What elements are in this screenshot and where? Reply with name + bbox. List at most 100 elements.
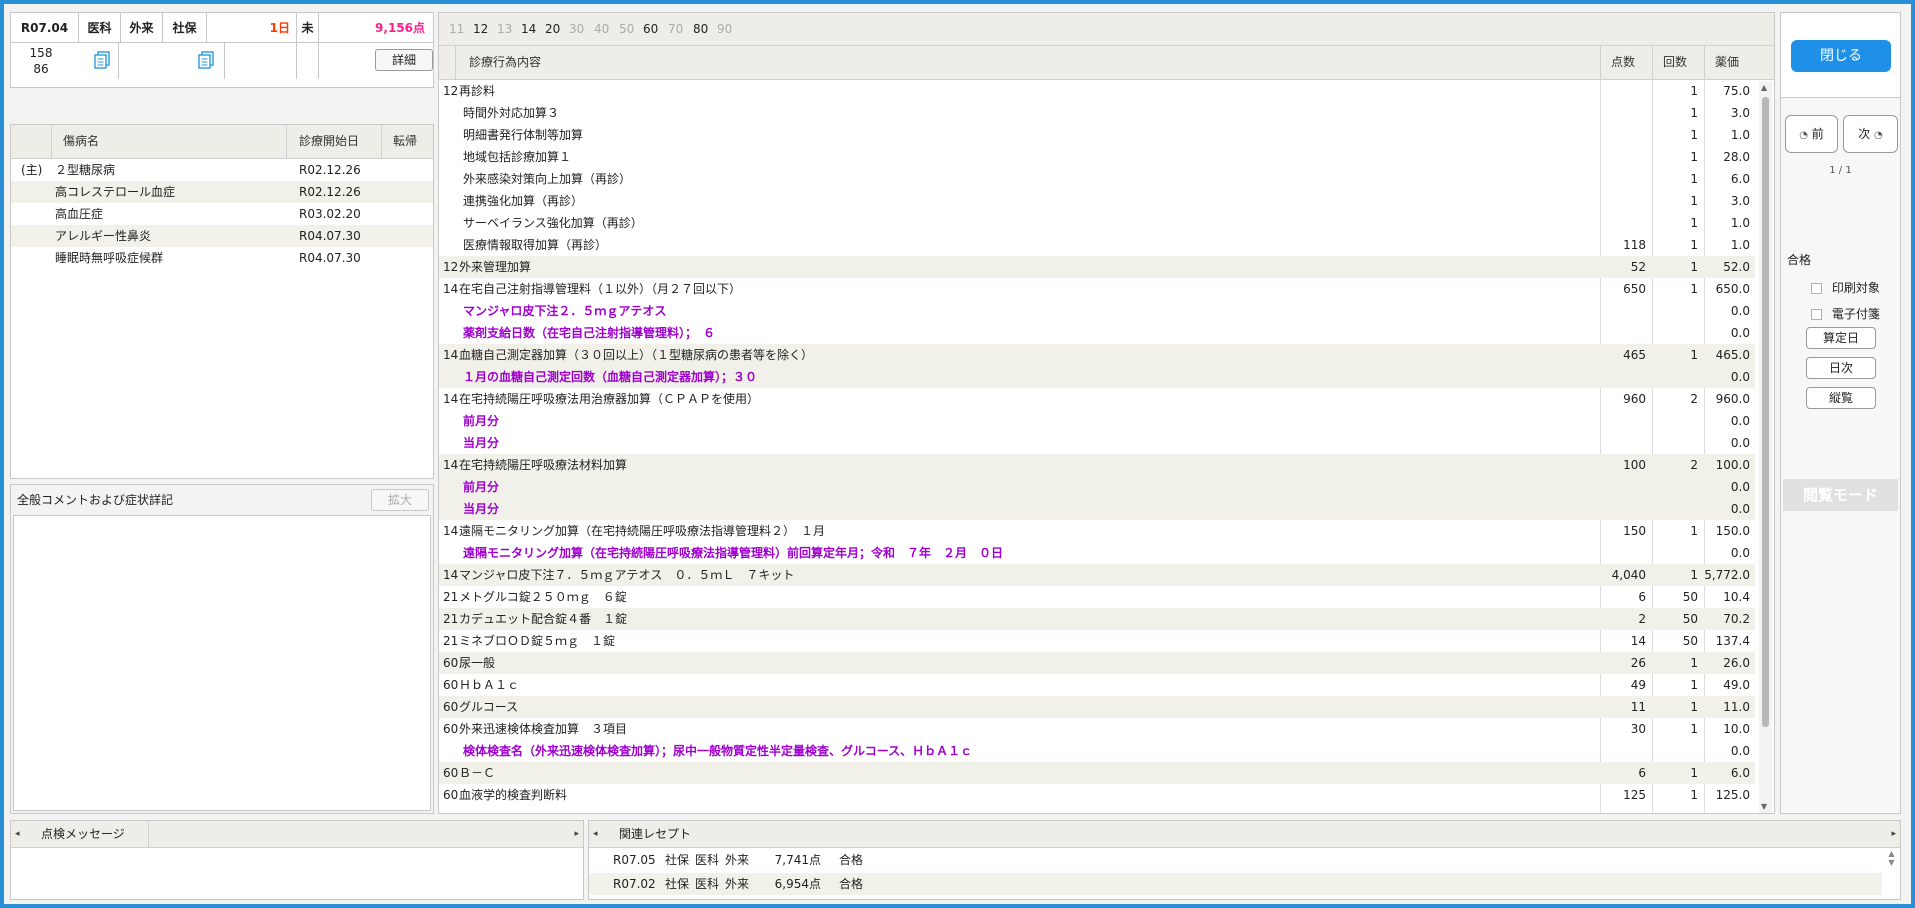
print-target-checkbox[interactable]: 印刷対象 <box>1811 279 1880 296</box>
procedure-row[interactable]: 14 血糖自己測定器加算（３０回以上）（１型糖尿病の患者等を除く） 465 1 465.… <box>439 344 1755 366</box>
procedure-row[interactable]: 21 カデュエット配合錠４番 １錠 2 50 70.2 <box>439 608 1755 630</box>
related-receipt-panel: ◂ 関連レセプト ▸ R07.05 社保 医科 外来 7,741点 合格 R07.02 社保医… <box>588 820 1901 900</box>
disease-row[interactable]: 高コレステロール血症 R02.12.26 <box>11 181 433 203</box>
procedure-row[interactable]: 12 外来管理加算 52 1 52.0 <box>439 256 1755 278</box>
procedure-panel: 11 12 13 14 20 30 40 50 60 70 80 90 診療行為内容 点数 回数 薬価… <box>438 12 1775 814</box>
procedure-row[interactable]: 明細書発行体制等加算 1 1.0 <box>439 124 1755 146</box>
tab-80[interactable]: 80 <box>693 13 708 45</box>
tab-70[interactable]: 70 <box>668 13 683 45</box>
procedure-row[interactable]: 21 ミネブロＯＤ錠５ｍｇ １錠 14 50 137.4 <box>439 630 1755 652</box>
checkbox-icon[interactable] <box>1811 309 1822 320</box>
procedure-row[interactable]: 12 再診料 1 75.0 <box>439 80 1755 102</box>
procedure-row[interactable]: マンジャロ皮下注２．５ｍｇアテオス 0.0 <box>439 300 1755 322</box>
disease-row[interactable]: 高血圧症 R03.02.20 <box>11 203 433 225</box>
status-cell: 未 <box>297 13 319 43</box>
related-points: 7,741点 <box>774 853 821 867</box>
related-points: 6,954点 <box>774 877 821 891</box>
tab-14[interactable]: 14 <box>521 13 536 45</box>
expand-right-icon[interactable]: ▸ <box>574 821 579 847</box>
expand-right-icon[interactable]: ▸ <box>1891 821 1896 847</box>
disease-row[interactable]: (主) ２型糖尿病 R02.12.26 <box>11 159 433 181</box>
check-message-tab[interactable]: 点検メッセージ <box>29 821 149 847</box>
tab-12[interactable]: 12 <box>473 13 488 45</box>
procedure-count: 50 <box>1682 612 1698 626</box>
procedure-code: 21 <box>443 634 459 648</box>
procedure-code: 14 <box>443 458 459 472</box>
procedure-name: メトグルコ錠２５０ｍｇ ６錠 <box>459 590 627 604</box>
procedure-name: 明細書発行体制等加算 <box>463 128 584 142</box>
tab-40[interactable]: 40 <box>594 13 609 45</box>
next-button[interactable]: 次 ◔ <box>1843 115 1898 153</box>
procedure-row[interactable]: 14 遠隔モニタリング加算（在宅持続陽圧呼吸療法指導管理料２） １月 150 1 150… <box>439 520 1755 542</box>
eye-icon: ◔ <box>1799 130 1808 141</box>
tab-13[interactable]: 13 <box>497 13 512 45</box>
procedure-row[interactable]: 14 在宅持続陽圧呼吸療法材料加算 100 2 100.0 <box>439 454 1755 476</box>
vertical-scrollbar[interactable]: ▲ ▼ <box>1759 81 1772 813</box>
procedure-row[interactable]: 60 尿一般 26 1 26.0 <box>439 652 1755 674</box>
tab-50[interactable]: 50 <box>619 13 634 45</box>
procedure-row[interactable]: 21 メトグルコ錠２５０ｍｇ ６錠 6 50 10.4 <box>439 586 1755 608</box>
procedure-row[interactable]: 前月分 0.0 <box>439 476 1755 498</box>
procedure-row[interactable]: 薬剤支給日数（在宅自己注射指導管理料）； ６ 0.0 <box>439 322 1755 344</box>
prev-button[interactable]: ◔ 前 <box>1785 115 1838 153</box>
procedure-name: カデュエット配合錠４番 １錠 <box>459 612 628 626</box>
checkbox-icon[interactable] <box>1811 283 1822 294</box>
collapse-left-icon[interactable]: ◂ <box>15 821 20 847</box>
procedure-code: 21 <box>443 590 459 604</box>
procedure-name: 医療情報取得加算（再診） <box>463 238 608 252</box>
scroll-down-icon[interactable]: ▼ <box>1761 802 1767 811</box>
category-tabs: 11 12 13 14 20 30 40 50 60 70 80 90 <box>439 13 1774 46</box>
document-copy-icon[interactable] <box>93 51 111 69</box>
comment-textarea[interactable] <box>13 515 431 811</box>
procedure-points: 150 <box>1623 524 1646 538</box>
procedure-row[interactable]: 連携強化加算（再診） 1 3.0 <box>439 190 1755 212</box>
close-button[interactable]: 閉じる <box>1791 40 1891 72</box>
procedure-row[interactable]: 当月分 0.0 <box>439 498 1755 520</box>
electronic-tag-checkbox[interactable]: 電子付箋 <box>1811 305 1880 322</box>
scroll-up-icon[interactable]: ▲ <box>1761 83 1767 92</box>
tab-20[interactable]: 20 <box>545 13 560 45</box>
procedure-row[interactable]: サーベイランス強化加算（再診） 1 1.0 <box>439 212 1755 234</box>
procedure-price: 49.0 <box>1723 678 1750 692</box>
procedure-row[interactable]: 地域包括診療加算１ 1 28.0 <box>439 146 1755 168</box>
comment-title: 全般コメントおよび症状詳記 <box>17 493 174 507</box>
procedure-row[interactable]: 検体検査名（外来迅速検体検査加算）；尿中一般物質定性半定量検査、グルコース、Ｈｂ… <box>439 740 1755 762</box>
procedure-row[interactable]: 60 ＨｂＡ１ｃ 49 1 49.0 <box>439 674 1755 696</box>
related-receipt-row[interactable]: R07.02 社保 医科 外来 6,954点 合格 <box>589 873 1882 895</box>
document-copy-icon[interactable] <box>197 51 215 69</box>
procedure-row[interactable]: 医療情報取得加算（再診） 118 1 1.0 <box>439 234 1755 256</box>
procedure-row[interactable]: 外来感染対策向上加算（再診） 1 6.0 <box>439 168 1755 190</box>
procedure-row[interactable]: 60 Ｂ－Ｃ 6 1 6.0 <box>439 762 1755 784</box>
disease-name: アレルギー性鼻炎 <box>55 229 152 243</box>
tab-60[interactable]: 60 <box>643 13 658 45</box>
expand-button[interactable]: 拡大 <box>371 489 429 511</box>
scrollbar-thumb[interactable] <box>1762 97 1769 727</box>
procedure-row[interactable]: 時間外対応加算３ 1 3.0 <box>439 102 1755 124</box>
procedure-row[interactable]: 60 血液学的検査判断料 125 1 125.0 <box>439 784 1755 806</box>
procedure-row[interactable]: 14 マンジャロ皮下注７．５ｍｇアテオス ０．５ｍＬ ７キット 4,040 1 5,77… <box>439 564 1755 586</box>
collapse-left-icon[interactable]: ◂ <box>593 821 598 847</box>
procedure-row[interactable]: 前月分 0.0 <box>439 410 1755 432</box>
procedure-row[interactable]: 当月分 0.0 <box>439 432 1755 454</box>
vertical-view-button[interactable]: 縦覧 <box>1806 387 1876 409</box>
detail-button[interactable]: 詳細 <box>375 49 433 71</box>
procedure-row[interactable]: 遠隔モニタリング加算（在宅持続陽圧呼吸療法指導管理料）前回算定年月；令和 ７年 … <box>439 542 1755 564</box>
related-receipt-tab[interactable]: 関連レセプト <box>607 821 707 847</box>
procedure-row[interactable]: １月の血糖自己測定回数（血糖自己測定器加算）；３０ 0.0 <box>439 366 1755 388</box>
procedure-row[interactable]: 60 外来迅速検体検査加算 ３項目 30 1 10.0 <box>439 718 1755 740</box>
related-receipt-row[interactable]: R07.05 社保 医科 外来 7,741点 合格 <box>589 849 1882 871</box>
procedure-price: 1.0 <box>1730 216 1750 230</box>
procedure-row[interactable]: 14 在宅持続陽圧呼吸療法用治療器加算（ＣＰＡＰを使用） 960 2 960.0 <box>439 388 1755 410</box>
tab-30[interactable]: 30 <box>569 13 584 45</box>
procedure-price: 0.0 <box>1730 436 1750 450</box>
procedure-row[interactable]: 60 グルコース 11 1 11.0 <box>439 696 1755 718</box>
related-scrollbar[interactable]: ▲ ▼ <box>1885 849 1898 899</box>
daily-button[interactable]: 日次 <box>1806 357 1876 379</box>
disease-row[interactable]: アレルギー性鼻炎 R04.07.30 <box>11 225 433 247</box>
tab-11[interactable]: 11 <box>449 13 464 45</box>
disease-row[interactable]: 睡眠時無呼吸症候群 R04.07.30 <box>11 247 433 269</box>
tab-90[interactable]: 90 <box>717 13 732 45</box>
calc-day-button[interactable]: 算定日 <box>1806 327 1876 349</box>
procedure-count: 1 <box>1690 766 1698 780</box>
procedure-row[interactable]: 14 在宅自己注射指導管理料（１以外）（月２７回以下） 650 1 650.0 <box>439 278 1755 300</box>
